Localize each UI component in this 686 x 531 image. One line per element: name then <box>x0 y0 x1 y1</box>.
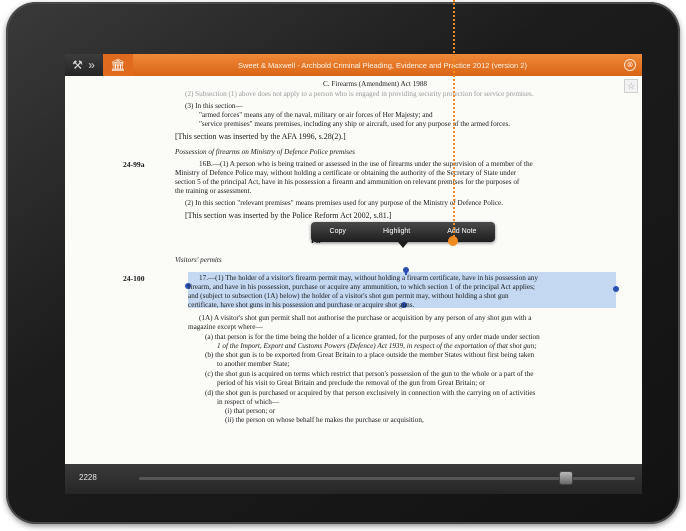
paragraph-line: Ministry of Defence Police may, without … <box>175 169 517 177</box>
paragraph-line[interactable]: firearm, and have in his possession, pur… <box>188 283 535 292</box>
callout-marker <box>448 236 458 246</box>
paragraph-line: (ii) the person on whose behalf he makes… <box>225 416 424 424</box>
editorial-note: [This section was inserted by the AFA 19… <box>175 132 346 141</box>
paragraph-line: (a) that person is for the time being th… <box>205 333 540 341</box>
highlight-button[interactable]: Highlight <box>383 227 410 236</box>
paragraph-line: period of his visit to Great Britain and… <box>217 379 486 387</box>
book-title: Sweet & Maxwell - Archbold Criminal Plea… <box>133 54 642 76</box>
paragraph-line: section 5 of the principal Act, have in … <box>175 178 520 186</box>
selection-right-handle[interactable] <box>613 286 619 292</box>
selection-start-handle[interactable] <box>403 267 409 273</box>
editorial-note: [This section was inserted by the Police… <box>185 211 392 220</box>
paragraph-line: (3) In this section— <box>185 102 243 110</box>
paragraph-line: (i) that person; or <box>225 407 276 415</box>
paragraph-line: to another member State; <box>217 360 290 368</box>
callout-dotted-line <box>453 0 455 240</box>
paragraph-line: in respect of which— <box>217 398 280 406</box>
paragraph-line: "service premises" means premises, inclu… <box>199 120 511 128</box>
paragraph-line: (2) Subsection (1) above does not apply … <box>185 90 534 98</box>
margin-paragraph-number: 24-99a <box>123 160 145 169</box>
close-circle-icon[interactable]: ⊗ <box>624 59 636 71</box>
section-heading: Visitors' permits <box>175 256 222 264</box>
paragraph-line: "armed forces" means any of the naval, m… <box>199 111 433 119</box>
context-menu: Copy Highlight Add Note <box>311 222 495 242</box>
paragraph-line: 16B.—(1) A person who is being trained o… <box>199 160 533 168</box>
paragraph-line: (c) the shot gun is acquired on terms wh… <box>205 370 534 378</box>
section-heading: Possession of firearms on Ministry of De… <box>175 148 355 156</box>
paragraph-line[interactable]: and (subject to subsection (1A) below) t… <box>188 292 509 301</box>
paragraph-line: (b) the shot gun is to be exported from … <box>205 351 535 359</box>
paragraph-line: (1A) A visitor's shot gun permit shall n… <box>199 314 532 322</box>
bookmark-star-icon[interactable]: ☆ <box>624 79 638 93</box>
page-number: 2228 <box>79 473 97 482</box>
paragraph-line[interactable]: 17.—(1) The holder of a visitor's firear… <box>199 274 538 283</box>
paragraph-line[interactable]: certificate, have shot guns in his posse… <box>188 301 414 310</box>
bottom-toolbar: 2228 <box>65 464 642 494</box>
context-menu-pointer <box>398 242 408 248</box>
wrench-hammer-icon[interactable]: ⚒ » <box>65 54 103 76</box>
document-page: ☆ C. Firearms (Amendment) Act 1988 (2) S… <box>65 76 642 464</box>
margin-paragraph-number: 24-100 <box>123 274 145 283</box>
paragraph-line: 1 of the Import, Export and Customs Powe… <box>217 342 537 350</box>
tablet-device-frame: ⚒ » 🏛 Sweet & Maxwell - Archbold Crimina… <box>6 2 680 524</box>
top-toolbar: ⚒ » 🏛 Sweet & Maxwell - Archbold Crimina… <box>65 54 642 76</box>
running-head: C. Firearms (Amendment) Act 1988 <box>323 80 428 88</box>
page-slider-thumb[interactable] <box>558 471 573 485</box>
paragraph-line: magazine except where— <box>188 323 263 331</box>
building-icon[interactable]: 🏛 <box>103 54 133 76</box>
paragraph-line: the training or assessment. <box>175 187 252 195</box>
paragraph-line: (2) In this section "relevant premises" … <box>185 199 504 207</box>
app-screen: ⚒ » 🏛 Sweet & Maxwell - Archbold Crimina… <box>65 54 642 494</box>
paragraph-line: (d) the shot gun is purchased or acquire… <box>205 389 536 397</box>
copy-button[interactable]: Copy <box>330 227 346 236</box>
